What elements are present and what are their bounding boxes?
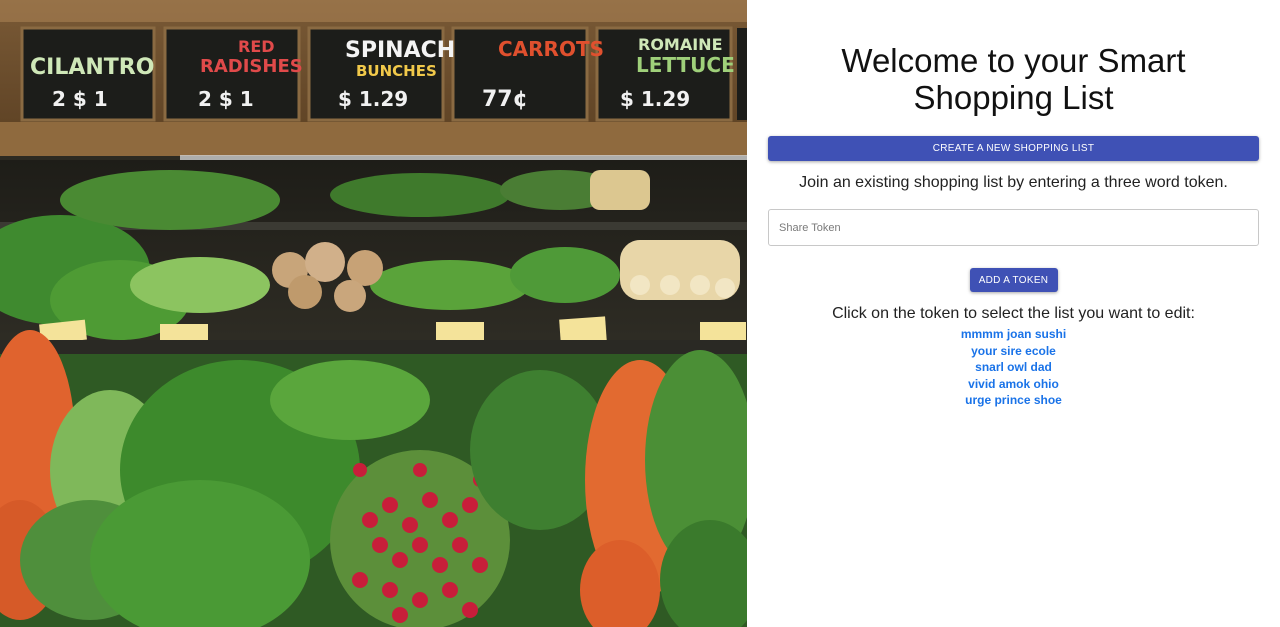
list-item: mmmm joan sushi xyxy=(961,326,1066,343)
sign-spinach-name: BUNCHES xyxy=(356,62,437,80)
create-shopping-list-button[interactable]: CREATE A NEW SHOPPING LIST xyxy=(768,136,1259,161)
token-link[interactable]: snarl owl dad xyxy=(975,360,1052,374)
sign-romaine-name: LETTUCE xyxy=(636,53,735,77)
list-item: snarl owl dad xyxy=(961,359,1066,376)
token-link[interactable]: vivid amok ohio xyxy=(968,377,1059,391)
page-title: Welcome to your Smart Shopping List xyxy=(841,42,1186,116)
join-instructions: Join an existing shopping list by enteri… xyxy=(799,174,1228,191)
sign-radishes-name: RADISHES xyxy=(200,56,303,77)
sign-carrots-price: 77¢ xyxy=(482,87,528,112)
sign-radishes-top: RED xyxy=(238,37,275,56)
token-link[interactable]: mmmm joan sushi xyxy=(961,327,1066,341)
token-list: mmmm joan sushi your sire ecole snarl ow… xyxy=(961,326,1066,409)
sign-cilantro-name: CILANTRO xyxy=(30,55,154,80)
token-link[interactable]: your sire ecole xyxy=(971,344,1056,358)
produce-illustration: CILANTRO 2 $ 1 RED RADISHES 2 $ 1 SPINAC… xyxy=(0,0,747,627)
sign-romaine-price: $ 1.29 xyxy=(620,87,690,111)
app-layout: CILANTRO 2 $ 1 RED RADISHES 2 $ 1 SPINAC… xyxy=(0,0,1280,627)
select-list-instructions: Click on the token to select the list yo… xyxy=(832,305,1195,322)
list-item: your sire ecole xyxy=(961,343,1066,360)
list-item: vivid amok ohio xyxy=(961,376,1066,393)
share-token-input[interactable] xyxy=(768,209,1259,246)
sign-carrots-name: CARROTS xyxy=(498,37,604,61)
produce-hero-image: CILANTRO 2 $ 1 RED RADISHES 2 $ 1 SPINAC… xyxy=(0,0,747,627)
sign-spinach-price: $ 1.29 xyxy=(338,87,408,111)
sign-spinach-top: SPINACH xyxy=(345,38,455,63)
token-link[interactable]: urge prince shoe xyxy=(965,393,1062,407)
sign-radishes-price: 2 $ 1 xyxy=(198,87,254,111)
list-item: urge prince shoe xyxy=(961,392,1066,409)
shopping-list-panel: Welcome to your Smart Shopping List CREA… xyxy=(747,0,1280,627)
sign-cilantro-price: 2 $ 1 xyxy=(52,87,108,111)
sign-romaine-top: ROMAINE xyxy=(638,35,723,54)
add-token-button[interactable]: ADD A TOKEN xyxy=(969,268,1058,292)
